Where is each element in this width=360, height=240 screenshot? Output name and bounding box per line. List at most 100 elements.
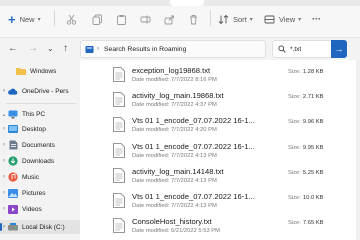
address-row: ← → ⌄ ↑ › Search Results in Roaming *.tx… [0, 38, 360, 60]
file-size: Size: 2.71 KB [288, 94, 324, 100]
text-file-icon [113, 117, 125, 132]
sidebar-divider [6, 103, 76, 104]
search-results-icon [85, 45, 94, 53]
sort-icon [218, 14, 229, 24]
file-date: Date modified: 7/7/2022 4:13 PM [132, 177, 217, 184]
pictures-icon [8, 188, 18, 198]
arrow-left-icon: ← [8, 43, 18, 54]
file-size: Size: 9.96 KB [288, 119, 324, 125]
folder-icon [16, 67, 26, 76]
sidebar-item-music[interactable]: › Music [0, 170, 80, 184]
new-button[interactable]: + New ▾ [8, 9, 41, 29]
text-file-icon [113, 92, 125, 107]
sidebar-item-label: Pictures [22, 189, 46, 197]
search-value: *.txt [290, 45, 302, 53]
videos-icon [8, 204, 18, 214]
sidebar-item-label: Documents [22, 141, 55, 149]
view-button-label: View [279, 14, 296, 24]
disk-icon [8, 223, 18, 232]
chevron-right-icon[interactable]: › [0, 206, 8, 212]
sidebar-item-windows[interactable]: Windows [0, 64, 80, 78]
address-bar[interactable]: › Search Results in Roaming [80, 40, 266, 58]
command-bar: + New ▾ Sort ▾ View ▾ ··· [0, 0, 360, 38]
list-item[interactable]: Vts 01 1_encode_07.07.2022 16-1... Date … [110, 190, 360, 212]
sort-button[interactable]: Sort ▾ [218, 9, 253, 29]
copy-icon [92, 14, 102, 25]
chevron-right-icon[interactable]: › [0, 174, 8, 180]
chevron-right-icon[interactable]: › [0, 88, 8, 94]
chevron-down-icon: ⌄ [47, 44, 54, 53]
toolbar-divider [54, 10, 55, 26]
sidebar-item-pictures[interactable]: › Pictures [0, 186, 80, 200]
sort-button-label: Sort [233, 14, 247, 24]
more-icon: ··· [312, 14, 321, 24]
copy-button[interactable] [92, 9, 103, 29]
sidebar-item-onedrive[interactable]: › OneDrive - Pers [0, 84, 80, 98]
sidebar-item-label: Windows [30, 67, 57, 75]
paste-button[interactable] [116, 9, 127, 29]
tab-strip [0, 0, 360, 6]
arrow-right-icon: → [28, 43, 38, 54]
sidebar-item-label: Desktop [22, 125, 46, 133]
sidebar-item-local-disk[interactable]: › Local Disk (C:) [0, 220, 80, 234]
active-tab-edge[interactable] [170, 0, 204, 6]
search-go-button[interactable]: → [331, 40, 347, 58]
text-file-icon [113, 143, 125, 158]
file-date: Date modified: 7/7/2022 4:37 PM [132, 101, 217, 108]
up-button[interactable]: ↑ [63, 42, 68, 56]
forward-button[interactable]: → [28, 42, 38, 56]
chevron-right-icon[interactable]: › [0, 142, 8, 148]
share-button[interactable] [164, 9, 175, 29]
chevron-right-icon[interactable]: › [0, 224, 8, 230]
paste-icon [117, 14, 126, 25]
chevron-down-icon[interactable]: ⌄ [0, 111, 8, 118]
plus-icon: + [8, 11, 16, 27]
sidebar-item-documents[interactable]: › Documents [0, 138, 80, 152]
sidebar-item-label: This PC [22, 110, 46, 118]
file-name: Vts 01 1_encode_07.07.2022 16-1... [132, 142, 255, 151]
delete-button[interactable] [188, 9, 199, 29]
toolbar-divider [210, 10, 211, 26]
search-icon [278, 45, 286, 53]
sidebar-item-downloads[interactable]: › Downloads [0, 154, 80, 168]
text-file-icon [113, 193, 125, 208]
chevron-right-icon[interactable]: › [0, 190, 8, 196]
list-item[interactable]: activity_log_main.19868.txt Date modifie… [110, 89, 360, 111]
sidebar-item-label: Downloads [22, 157, 55, 165]
sidebar-item-label: Videos [22, 205, 42, 213]
list-item[interactable]: exception_log19868.txt Date modified: 7/… [110, 64, 360, 86]
text-file-icon [113, 168, 125, 183]
file-size: Size: 1.28 KB [288, 69, 324, 75]
view-button[interactable]: View ▾ [264, 9, 301, 29]
sidebar-item-desktop[interactable]: › Desktop [0, 122, 80, 136]
sidebar-item-this-pc[interactable]: ⌄ This PC [0, 107, 80, 121]
navigation-pane: Windows › OneDrive - Pers ⌄ This PC › De… [0, 60, 80, 240]
back-button[interactable]: ← [8, 42, 18, 56]
file-date: Date modified: 7/7/2022 8:16 PM [132, 76, 217, 83]
music-icon [8, 172, 18, 182]
scrollbar[interactable] [356, 60, 360, 240]
chevron-down-icon: ▾ [249, 16, 253, 23]
chevron-down-icon: ▾ [37, 16, 41, 23]
list-item[interactable]: Vts 01 1_encode_07.07.2022 16-1... Date … [110, 114, 360, 136]
chevron-right-icon[interactable]: › [0, 126, 8, 132]
file-name: activity_log_main.14148.txt [132, 167, 224, 176]
sidebar-item-videos[interactable]: › Videos [0, 202, 80, 216]
rename-button[interactable] [140, 9, 151, 29]
address-location: Search Results in Roaming [104, 45, 187, 53]
more-options-button[interactable]: ··· [312, 9, 321, 29]
file-date: Date modified: 7/7/2022 4:20 PM [132, 126, 217, 133]
list-item[interactable]: Vts 01 1_encode_07.07.2022 16-1... Date … [110, 140, 360, 162]
downloads-icon [8, 156, 18, 166]
cut-button[interactable] [66, 9, 77, 29]
rename-icon [140, 15, 151, 23]
file-list: exception_log19868.txt Date modified: 7/… [80, 60, 360, 240]
recent-locations-button[interactable]: ⌄ [47, 42, 54, 56]
list-item[interactable]: ConsoleHost_history.txt Date modified: 6… [110, 215, 360, 237]
text-file-icon [113, 218, 125, 233]
list-item[interactable]: activity_log_main.14148.txt Date modifie… [110, 165, 360, 187]
cut-icon [66, 14, 77, 25]
arrow-right-icon: → [334, 43, 344, 54]
chevron-right-icon[interactable]: › [0, 158, 8, 164]
file-name: ConsoleHost_history.txt [132, 217, 212, 226]
